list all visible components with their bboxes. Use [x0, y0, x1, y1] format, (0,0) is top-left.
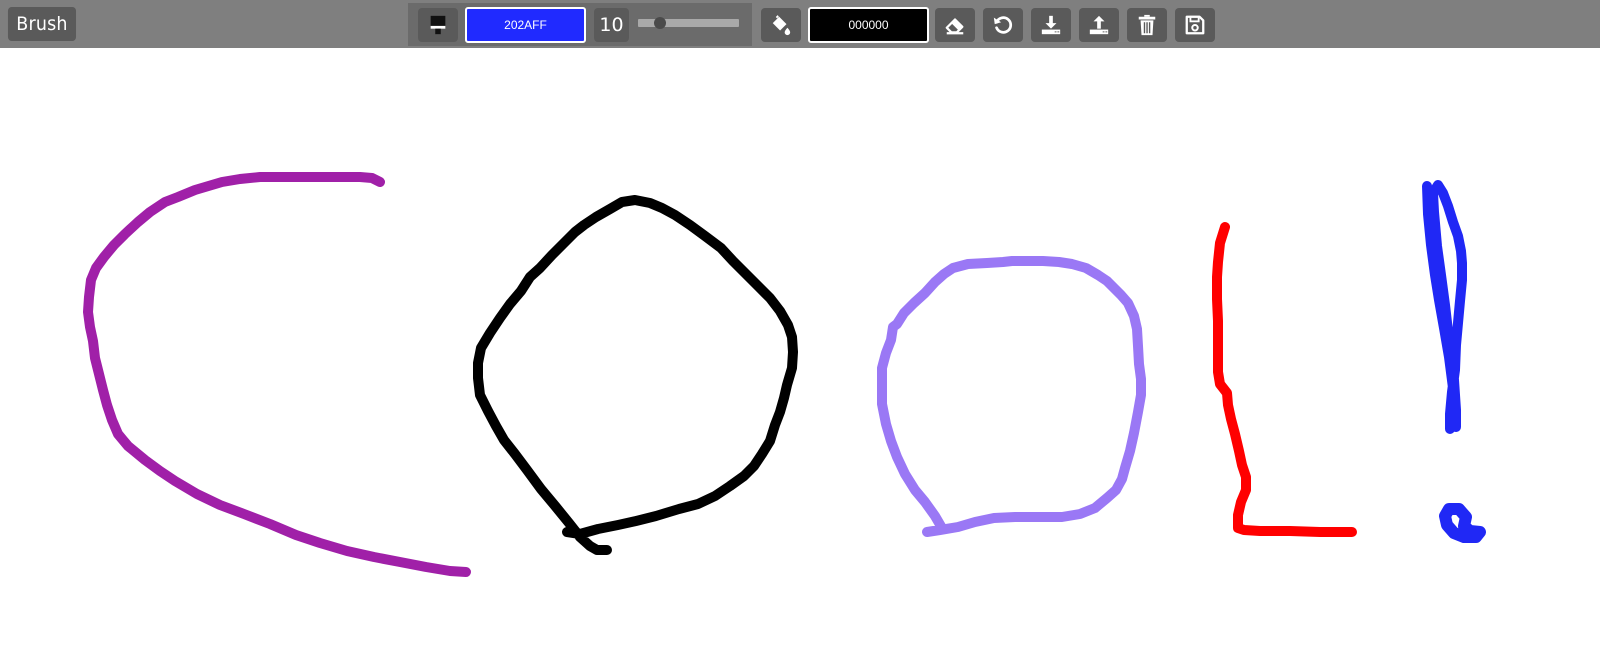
l-stroke [1212, 222, 1357, 537]
drawing-canvas[interactable] [0, 48, 1600, 646]
exclamation-dot [1439, 503, 1486, 543]
exclamation-stroke [1422, 180, 1467, 434]
o-small-stroke [877, 256, 1146, 537]
c-stroke [83, 172, 471, 577]
drawing-surface [83, 172, 1486, 577]
o-stroke [473, 195, 798, 555]
